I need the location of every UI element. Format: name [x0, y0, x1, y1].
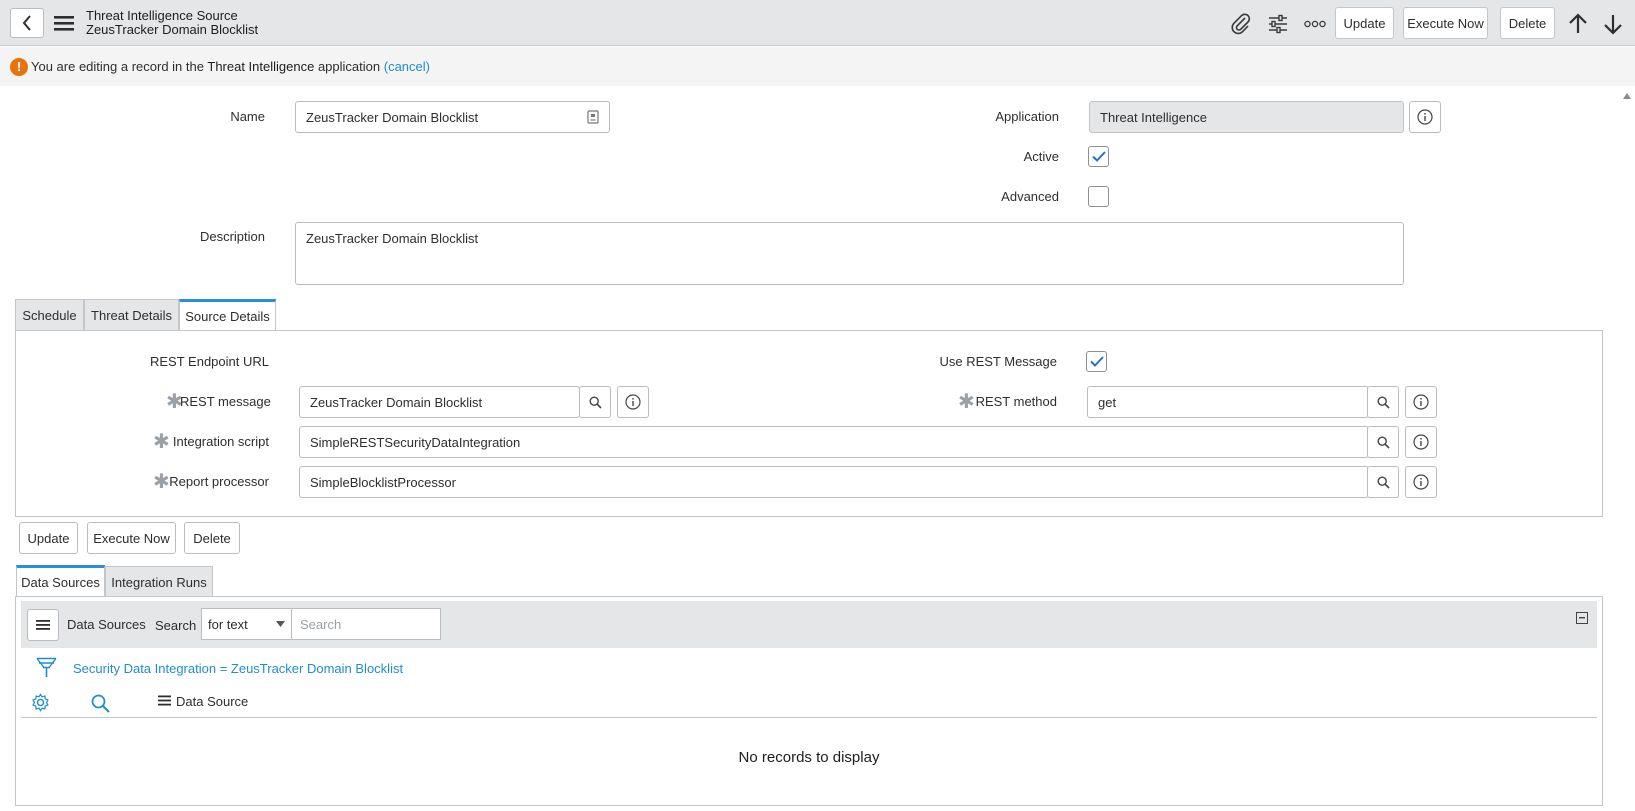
header-update-button[interactable]: Update	[1335, 7, 1394, 39]
rest-method-info-button[interactable]	[1405, 386, 1437, 418]
back-icon	[21, 15, 33, 31]
info-icon	[1413, 474, 1429, 490]
notification-message: You are editing a record in the Threat I…	[31, 59, 430, 74]
search-label: Search	[155, 618, 197, 633]
advanced-label: Advanced	[1001, 189, 1059, 204]
update-button[interactable]: Update	[19, 522, 78, 554]
use-rest-message-label: Use REST Message	[939, 354, 1057, 369]
active-checkbox[interactable]	[1088, 146, 1109, 167]
rest-message-label: REST message	[180, 394, 271, 409]
use-rest-message-checkbox[interactable]	[1086, 351, 1107, 372]
collapse-icon[interactable]	[1576, 612, 1588, 624]
execute-now-button[interactable]: Execute Now	[87, 522, 176, 554]
empty-message: No records to display	[738, 749, 880, 766]
search-icon[interactable]	[91, 694, 110, 713]
table-name: Threat Intelligence Source	[86, 8, 238, 23]
search-icon	[588, 395, 602, 409]
application-info-button[interactable]	[1409, 101, 1441, 133]
rest-message-field[interactable]: ZeusTracker Domain Blocklist	[299, 386, 580, 418]
rest-message-lookup-button[interactable]	[579, 386, 611, 418]
info-icon	[1417, 109, 1433, 125]
scroll-up-icon[interactable]	[1623, 93, 1631, 99]
search-icon	[1376, 435, 1390, 449]
report-processor-lookup-button[interactable]	[1367, 466, 1399, 498]
arrow-up-icon[interactable]	[1566, 12, 1590, 36]
filter-breadcrumb[interactable]: Security Data Integration = ZeusTracker …	[73, 661, 403, 676]
name-field[interactable]: ZeusTracker Domain Blocklist	[295, 101, 610, 133]
column-divider	[21, 717, 1597, 718]
sliders-icon[interactable]	[1266, 12, 1290, 36]
integration-script-info-button[interactable]	[1405, 426, 1437, 458]
name-value: ZeusTracker Domain Blocklist	[306, 109, 479, 125]
rest-endpoint-label: REST Endpoint URL	[150, 354, 269, 369]
header-delete-button[interactable]: Delete	[1500, 7, 1555, 39]
filter-icon[interactable]	[36, 657, 57, 679]
rest-method-lookup-button[interactable]	[1367, 386, 1399, 418]
menu-icon[interactable]	[53, 13, 75, 33]
translate-icon[interactable]	[587, 110, 599, 124]
tab-schedule[interactable]: Schedule	[15, 299, 84, 331]
integration-script-value: SimpleRESTSecurityDataIntegration	[310, 434, 521, 450]
report-processor-label: Report processor	[169, 474, 269, 489]
checkmark-icon	[1091, 151, 1106, 162]
name-label: Name	[230, 109, 265, 124]
header-execute-now-button[interactable]: Execute Now	[1403, 7, 1488, 39]
rest-method-value: get	[1098, 394, 1117, 410]
description-textarea[interactable]: ZeusTracker Domain Blocklist	[295, 222, 1404, 285]
record-name: ZeusTracker Domain Blocklist	[86, 22, 259, 37]
related-list-title: Data Sources	[67, 617, 146, 632]
notice-app-name: Threat Intelligence	[207, 59, 315, 74]
search-icon	[1376, 475, 1390, 489]
report-processor-info-button[interactable]	[1405, 466, 1437, 498]
menu-icon	[36, 619, 50, 631]
paperclip-icon[interactable]	[1229, 12, 1253, 36]
tab-source-details[interactable]: Source Details	[179, 299, 276, 331]
info-icon	[625, 394, 641, 410]
info-icon	[1413, 434, 1429, 450]
more-icon[interactable]	[1303, 12, 1327, 36]
warning-icon: !	[10, 58, 28, 76]
description-label: Description	[199, 229, 265, 244]
tab-integration-runs[interactable]: Integration Runs	[105, 566, 213, 597]
record-title: Threat Intelligence Source ZeusTracker D…	[86, 9, 258, 37]
search-input[interactable]: Search	[291, 608, 441, 640]
search-icon	[1376, 395, 1390, 409]
notice-suffix: application	[317, 59, 381, 74]
advanced-checkbox[interactable]	[1088, 186, 1109, 207]
application-field: Threat Intelligence	[1089, 101, 1404, 133]
search-field-select[interactable]: for text	[201, 608, 292, 640]
application-label: Application	[995, 109, 1059, 124]
notice-prefix: You are editing a record in the	[31, 59, 204, 74]
rest-message-info-button[interactable]	[617, 386, 649, 418]
list-menu-button[interactable]	[27, 609, 59, 641]
application-value: Threat Intelligence	[1100, 109, 1207, 125]
checkmark-icon	[1089, 356, 1104, 367]
integration-script-field[interactable]: SimpleRESTSecurityDataIntegration	[299, 426, 1369, 458]
gear-icon[interactable]	[31, 693, 50, 712]
integration-script-lookup-button[interactable]	[1367, 426, 1399, 458]
column-header-data-source[interactable]: Data Source	[176, 694, 248, 709]
active-label: Active	[1023, 149, 1059, 164]
search-select-value: for text	[208, 616, 248, 632]
rest-method-label: REST method	[975, 394, 1057, 409]
report-processor-field[interactable]: SimpleBlocklistProcessor	[299, 466, 1369, 498]
info-icon	[1413, 394, 1429, 410]
back-button[interactable]	[10, 8, 44, 38]
rest-method-field[interactable]: get	[1087, 386, 1369, 418]
delete-button[interactable]: Delete	[184, 522, 240, 554]
rest-message-value: ZeusTracker Domain Blocklist	[310, 394, 483, 410]
tab-data-sources[interactable]: Data Sources	[16, 565, 105, 597]
column-menu-icon[interactable]	[158, 695, 171, 706]
cancel-link[interactable]: (cancel)	[384, 59, 430, 74]
integration-script-label: Integration script	[172, 434, 269, 449]
tab-threat-details[interactable]: Threat Details	[84, 299, 179, 331]
dropdown-arrow-icon	[276, 621, 285, 627]
description-value: ZeusTracker Domain Blocklist	[306, 231, 479, 246]
arrow-down-icon[interactable]	[1601, 12, 1625, 36]
report-processor-value: SimpleBlocklistProcessor	[310, 474, 456, 490]
